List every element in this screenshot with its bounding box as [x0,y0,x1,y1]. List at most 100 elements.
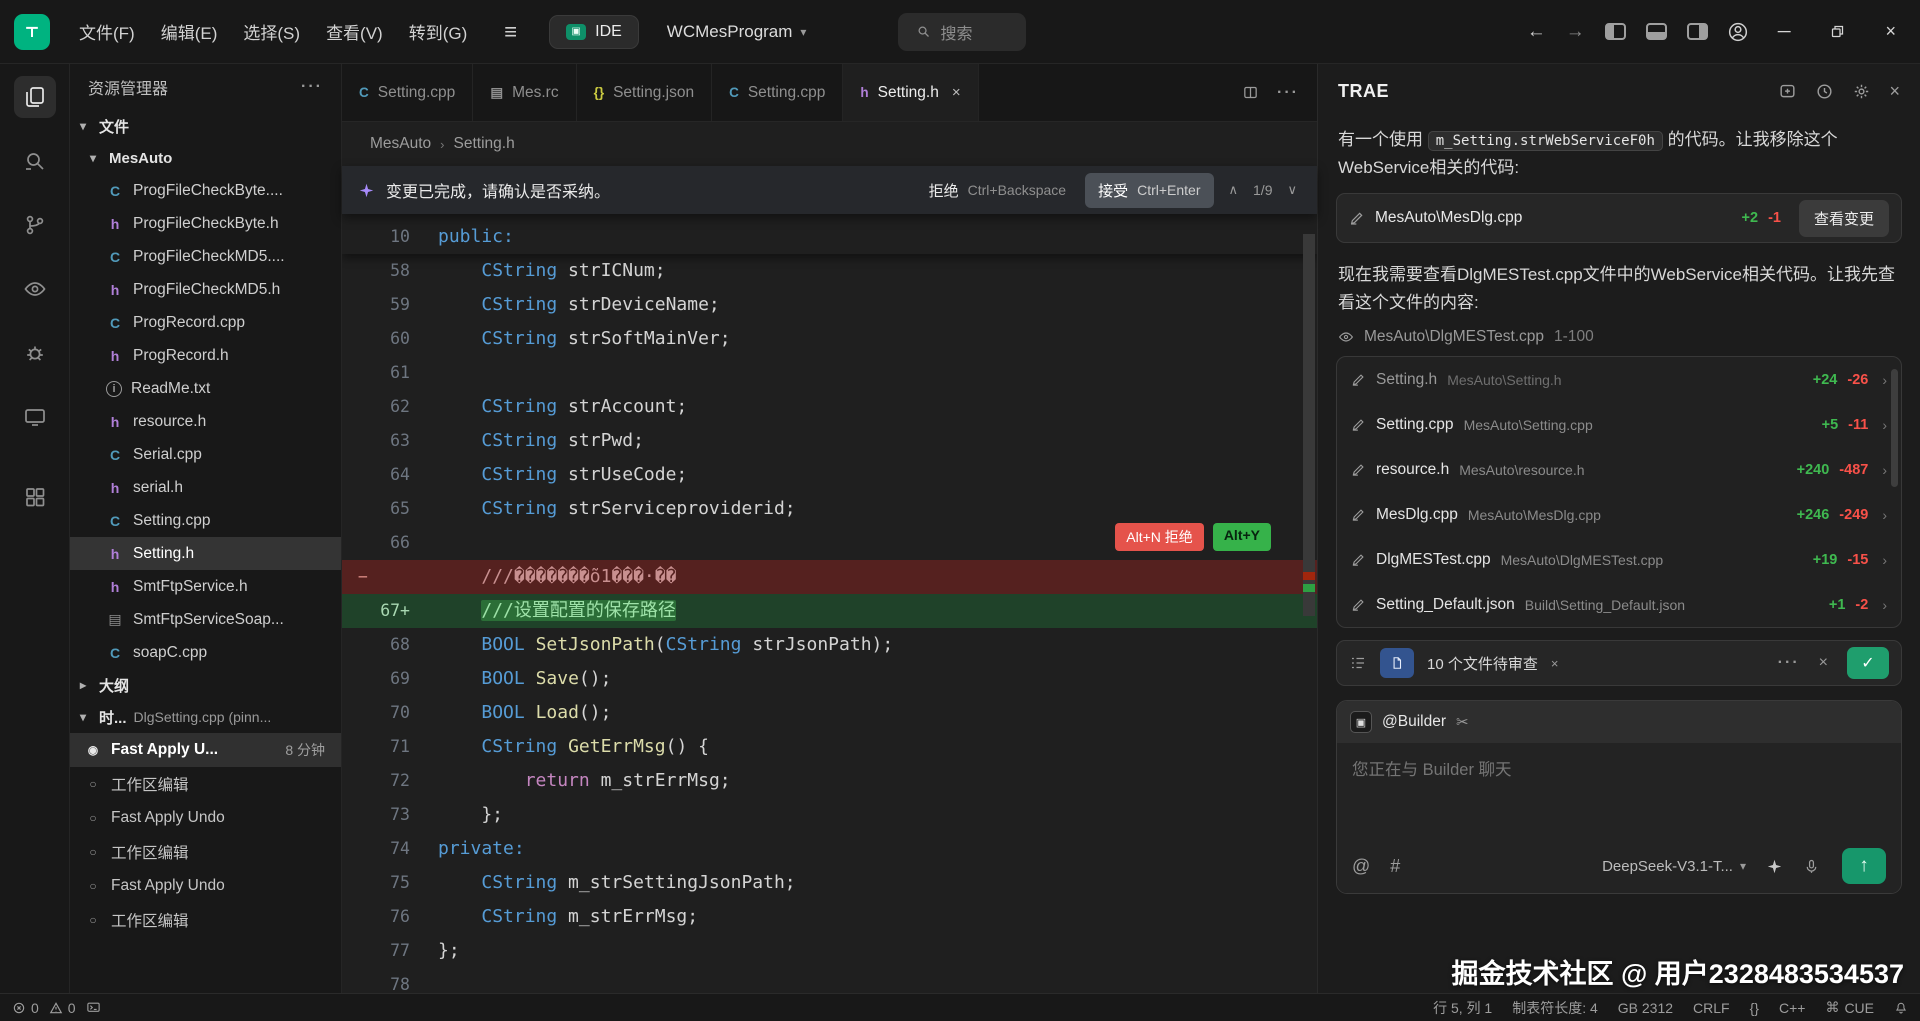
ide-mode-button[interactable]: ▣ IDE [549,15,639,49]
code-line[interactable]: 77 }; [342,934,1317,968]
next-change-icon[interactable]: ∨ [1283,182,1301,198]
timeline-item[interactable]: ○ 工作区编辑 [70,835,341,869]
toggle-left-panel-icon[interactable] [1605,23,1626,40]
history-icon[interactable] [1815,82,1834,101]
review-more-icon[interactable]: ··· [1778,654,1800,672]
code-line[interactable]: 63 CString strPwd; [342,424,1317,458]
changed-file-row[interactable]: Setting.h MesAuto\Setting.h +24 -26 › [1337,357,1901,402]
file-tree-item[interactable]: h ProgFileCheckByte.h [70,207,341,240]
timeline-section-header[interactable]: ▾ 时... DlgSetting.cpp (pinn... [70,701,341,733]
files-section-header[interactable]: ▾ 文件 [70,110,341,142]
toggle-bottom-panel-icon[interactable] [1646,23,1667,40]
file-tree-item[interactable]: h Setting.h [70,537,341,570]
menu-item[interactable]: 编辑(E) [148,12,231,51]
file-tree-item[interactable]: C Serial.cpp [70,438,341,471]
checklist-icon[interactable] [1349,654,1367,672]
cue-feature[interactable]: ⌘CUE [1825,999,1874,1016]
reject-all-icon[interactable]: × [1813,654,1834,672]
explorer-icon[interactable] [14,76,56,118]
menu-item[interactable]: 选择(S) [230,12,313,51]
code-line[interactable]: 69 BOOL Save(); [342,662,1317,696]
editor-tab[interactable]: {} Setting.json × [577,64,713,121]
file-tree-item[interactable]: C Setting.cpp [70,504,341,537]
microphone-icon[interactable] [1803,858,1820,875]
watch-icon[interactable] [14,268,56,310]
breadcrumb-folder[interactable]: MesAuto [370,135,431,153]
close-window-button[interactable]: × [1875,17,1906,46]
accept-changes-button[interactable]: 接受 Ctrl+Enter [1085,173,1213,208]
notifications-bell-icon[interactable] [1894,1001,1908,1015]
source-control-icon[interactable] [14,204,56,246]
toggle-right-panel-icon[interactable] [1687,23,1708,40]
previous-change-icon[interactable]: ∧ [1225,182,1243,198]
terminal-status-icon[interactable] [86,1000,101,1015]
timeline-item[interactable]: ○ 工作区编辑 [70,767,341,801]
chevron-right-icon[interactable]: › [1882,417,1887,433]
dismiss-review-icon[interactable]: × [1551,656,1559,671]
chat-input[interactable]: 您正在与 Builder 聊天 [1337,743,1901,839]
sticky-scope-line[interactable]: 10 public: [342,220,1317,254]
warnings-status[interactable]: 0 [49,1000,76,1016]
code-line[interactable]: 71 CString GetErrMsg() { [342,730,1317,764]
file-tree-item[interactable]: C ProgRecord.cpp [70,306,341,339]
sparkle-icon[interactable] [1766,858,1783,875]
chevron-right-icon[interactable]: › [1882,552,1887,568]
app-logo[interactable] [14,14,50,50]
code-line[interactable]: 72 return m_strErrMsg; [342,764,1317,798]
code-line[interactable]: 62 CString strAccount; [342,390,1317,424]
errors-status[interactable]: 0 [12,1000,39,1016]
more-menus-icon[interactable]: ≡ [496,17,525,47]
change-summary-card[interactable]: MesAuto\MesDlg.cpp +2 -1 查看变更 [1336,193,1902,243]
editor-tab[interactable]: h Setting.h × [843,64,978,121]
minimize-button[interactable]: ─ [1768,17,1801,46]
tab-size[interactable]: 制表符长度: 4 [1512,998,1598,1018]
language-mode[interactable]: C++ [1779,1000,1805,1016]
changed-file-row[interactable]: Setting.cpp MesAuto\Setting.cpp +5 -11 › [1337,402,1901,447]
changed-file-row[interactable]: Setting_Default.json Build\Setting_Defau… [1337,582,1901,627]
back-button[interactable]: ← [1527,21,1546,43]
code-line[interactable]: 58 CString strICNum; [342,254,1317,288]
reject-hotkey-badge[interactable]: Alt+N 拒绝 [1115,523,1204,551]
breadcrumb-file[interactable]: Setting.h [454,135,515,153]
editor-tab[interactable]: C Setting.cpp × [342,64,473,121]
code-line[interactable]: 73 }; [342,798,1317,832]
code-line[interactable]: 67+ ///设置配置的保存路径 [342,594,1317,628]
editor-more-icon[interactable]: ··· [1277,84,1299,102]
changed-file-row[interactable]: resource.h MesAuto\resource.h +240 -487 … [1337,447,1901,492]
menu-item[interactable]: 文件(F) [66,12,148,51]
file-tree-item[interactable]: C soapC.cpp [70,636,341,669]
eol-sequence[interactable]: CRLF [1693,1000,1730,1016]
file-tree-item[interactable]: h serial.h [70,471,341,504]
outline-section-header[interactable]: ▸ 大纲 [70,669,341,701]
remote-terminal-icon[interactable] [14,396,56,438]
open-diff-file-icon[interactable] [1380,648,1414,678]
model-selector[interactable]: DeepSeek-V3.1-T... ▾ [1602,858,1746,875]
root-folder-header[interactable]: ▾ MesAuto [70,142,341,174]
extensions-icon[interactable] [14,476,56,518]
code-line[interactable]: 70 BOOL Load(); [342,696,1317,730]
account-icon[interactable] [1728,22,1748,42]
mention-icon[interactable]: @ [1352,856,1370,877]
viewing-file-row[interactable]: MesAuto\DlgMESTest.cpp 1-100 [1338,328,1900,346]
scissors-icon[interactable]: ✂ [1456,713,1469,731]
search-files-icon[interactable] [14,140,56,182]
timeline-item[interactable]: ○ Fast Apply Undo [70,801,341,835]
code-line[interactable]: − ///�������õ1���·�� [342,560,1317,594]
hashtag-icon[interactable]: # [1390,856,1400,877]
scrollbar-thumb[interactable] [1303,234,1315,616]
restore-button[interactable] [1820,20,1855,43]
forward-button[interactable]: → [1566,21,1585,43]
tab-close-icon[interactable]: × [952,84,961,101]
timeline-item[interactable]: ◉ Fast Apply U... 8 分钟 [70,733,341,767]
chevron-right-icon[interactable]: › [1882,597,1887,613]
builder-chip[interactable]: @Builder [1382,713,1446,731]
accept-hotkey-badge[interactable]: Alt+Y [1213,523,1271,551]
code-editor[interactable]: 10 public: 58 CString strICNum; 59 CStri… [342,220,1317,993]
list-scrollbar-thumb[interactable] [1891,369,1898,487]
accept-all-button[interactable]: ✓ [1847,647,1889,679]
reject-changes-button[interactable]: 拒绝 Ctrl+Backspace [921,174,1074,207]
project-selector[interactable]: WCMesProgram ▾ [667,22,807,42]
file-tree-item[interactable]: h resource.h [70,405,341,438]
file-tree-item[interactable]: h SmtFtpService.h [70,570,341,603]
file-tree-item[interactable]: C ProgFileCheckMD5.... [70,240,341,273]
